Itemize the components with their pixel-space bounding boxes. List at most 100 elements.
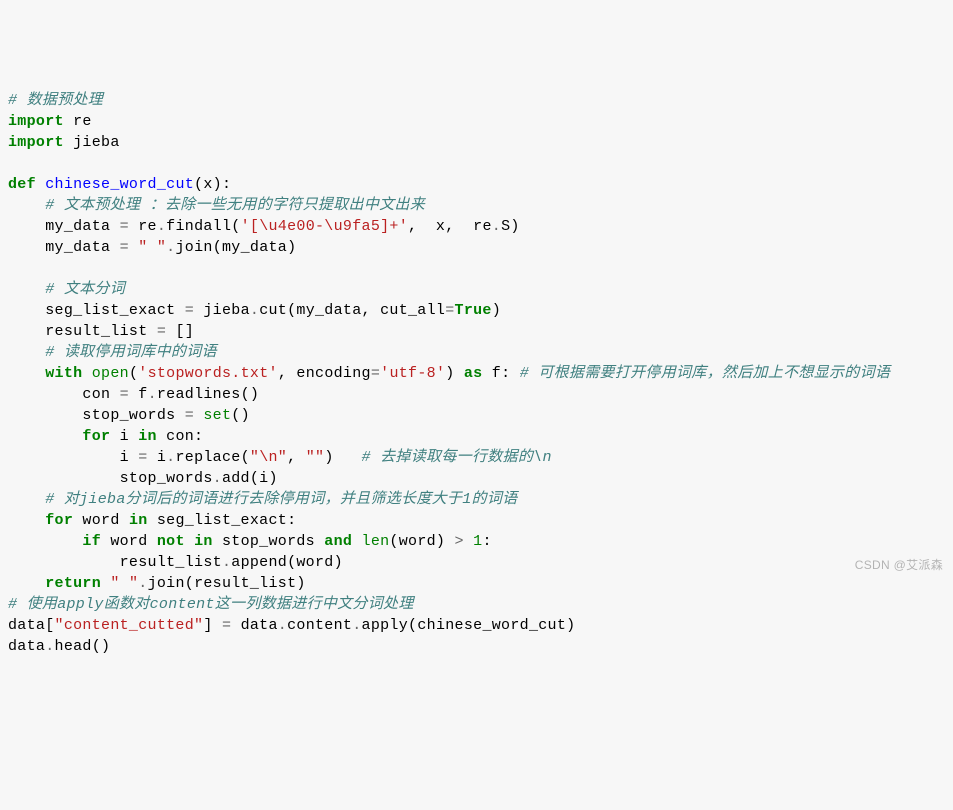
string: " "	[138, 239, 166, 256]
function-name: chinese_word_cut	[45, 176, 194, 193]
keyword-in: in	[138, 428, 157, 445]
code-text: data	[231, 617, 278, 634]
keyword-and: and	[324, 533, 352, 550]
code-text: []	[166, 323, 194, 340]
code-text: seg_list_exact:	[148, 512, 297, 529]
operator: .	[352, 617, 361, 634]
keyword-for: for	[45, 512, 73, 529]
keyword-import: import	[8, 134, 64, 151]
code-text: i	[110, 428, 138, 445]
code-text: )	[492, 302, 501, 319]
code-text: )	[445, 365, 464, 382]
code-text	[185, 533, 194, 550]
operator: .	[45, 638, 54, 655]
operator: .	[278, 617, 287, 634]
code-text: ()	[231, 407, 250, 424]
operator: .	[148, 386, 157, 403]
comment: # 使用apply函数对content这一列数据进行中文分词处理	[8, 596, 414, 613]
code-text: my_data	[45, 239, 119, 256]
operator: .	[213, 470, 222, 487]
code-text: ,	[287, 449, 306, 466]
operator: =	[371, 365, 380, 382]
comment: # 文本预处理 ：去除一些无用的字符只提取出中文出来	[45, 197, 425, 214]
code-text: content	[287, 617, 352, 634]
code-text	[464, 533, 473, 550]
keyword-not: not	[157, 533, 185, 550]
operator: =	[157, 323, 166, 340]
operator: =	[120, 239, 129, 256]
string: "content_cutted"	[55, 617, 204, 634]
code-text	[129, 239, 138, 256]
operator: =	[222, 617, 231, 634]
operator: .	[222, 554, 231, 571]
keyword-in: in	[194, 533, 213, 550]
operator: >	[455, 533, 464, 550]
operator: .	[157, 218, 166, 235]
watermark-text: CSDN @艾派森	[855, 555, 943, 576]
module: re	[64, 113, 92, 130]
module: jieba	[64, 134, 120, 151]
code-text: findall(	[166, 218, 240, 235]
code-text: stop_words	[120, 470, 213, 487]
code-text: jieba	[194, 302, 250, 319]
string: " "	[110, 575, 138, 592]
code-text: ]	[203, 617, 222, 634]
code-text	[352, 533, 361, 550]
builtin: open	[92, 365, 129, 382]
operator: =	[185, 407, 194, 424]
keyword-as: as	[464, 365, 483, 382]
keyword-in: in	[129, 512, 148, 529]
code-text: S)	[501, 218, 520, 235]
code-text: append(word)	[231, 554, 343, 571]
keyword-for: for	[82, 428, 110, 445]
code-text	[194, 407, 203, 424]
code-text: )	[324, 449, 361, 466]
code-text: i	[148, 449, 167, 466]
string: "\n"	[250, 449, 287, 466]
code-text: join(my_data)	[175, 239, 296, 256]
comment: # 对jieba分词后的词语进行去除停用词，并且筛选长度大于1的词语	[45, 491, 517, 508]
code-block: # 数据预处理 import re import jieba def chine…	[8, 90, 945, 657]
code-text: result_list	[45, 323, 157, 340]
code-text: stop_words	[213, 533, 325, 550]
code-text: apply(chinese_word_cut)	[362, 617, 576, 634]
code-text: data[	[8, 617, 55, 634]
operator: .	[492, 218, 501, 235]
operator: =	[138, 449, 147, 466]
keyword-with: with	[45, 365, 82, 382]
comment: # 数据预处理	[8, 92, 103, 109]
keyword-if: if	[82, 533, 101, 550]
code-text: join(result_list)	[148, 575, 306, 592]
operator: =	[185, 302, 194, 319]
string: 'utf-8'	[380, 365, 445, 382]
keyword-def: def	[8, 176, 36, 193]
code-text: stop_words	[82, 407, 184, 424]
code-text: head()	[55, 638, 111, 655]
code-text: my_data	[45, 218, 119, 235]
operator: .	[138, 575, 147, 592]
code-text: i	[120, 449, 139, 466]
code-text: result_list	[120, 554, 222, 571]
string: 'stopwords.txt'	[138, 365, 278, 382]
comment: # 去掉读取每一行数据的\n	[362, 449, 552, 466]
string: ""	[306, 449, 325, 466]
code-text	[82, 365, 91, 382]
code-text: readlines()	[157, 386, 259, 403]
code-text: (word)	[389, 533, 454, 550]
code-text: f:	[482, 365, 519, 382]
code-text: :	[482, 533, 491, 550]
code-text: con	[82, 386, 119, 403]
code-text: replace(	[175, 449, 249, 466]
builtin: set	[203, 407, 231, 424]
code-text: word	[73, 512, 129, 529]
comment: # 文本分词	[45, 281, 125, 298]
operator: .	[250, 302, 259, 319]
code-text: , encoding	[278, 365, 371, 382]
builtin: len	[362, 533, 390, 550]
comment: # 可根据需要打开停用词库，然后加上不想显示的词语	[520, 365, 891, 382]
comment: # 读取停用词库中的词语	[45, 344, 217, 361]
operator: =	[120, 386, 129, 403]
code-text: f	[129, 386, 148, 403]
keyword-return: return	[45, 575, 101, 592]
code-text: con:	[157, 428, 204, 445]
